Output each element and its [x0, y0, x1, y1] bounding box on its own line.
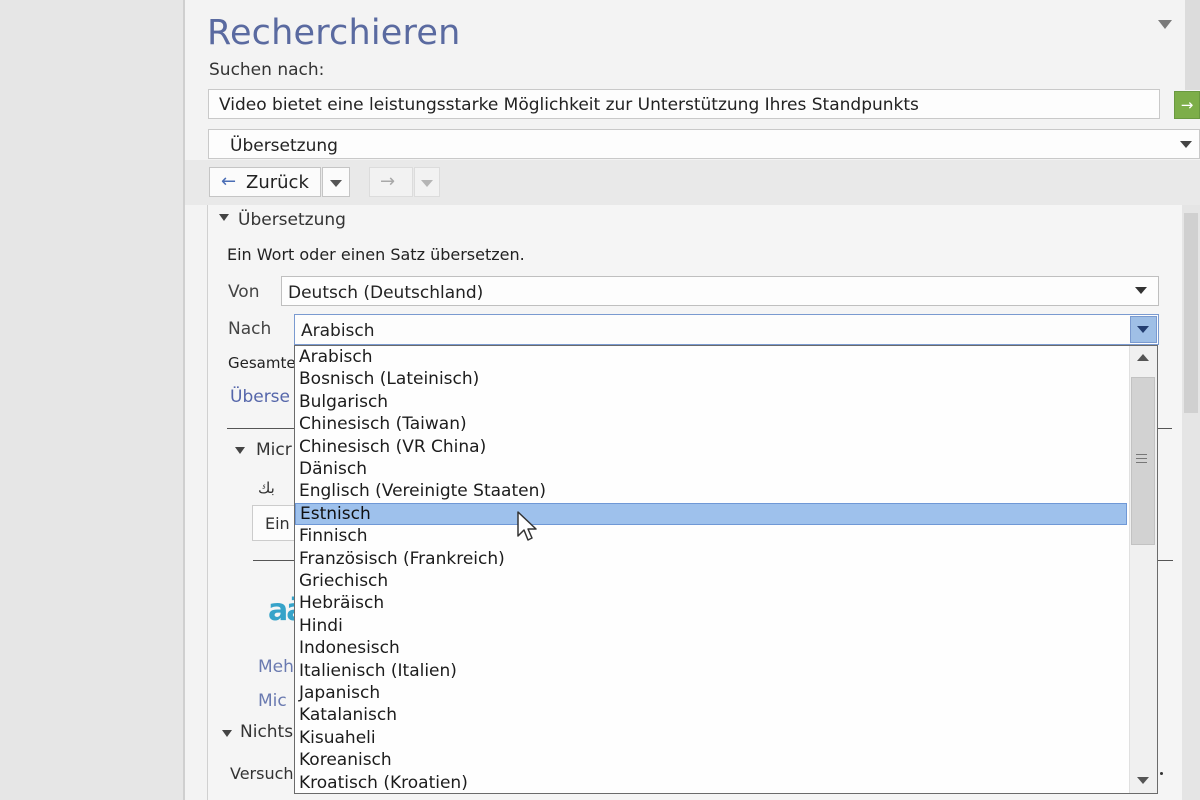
collapse-triangle-icon[interactable] [235, 447, 245, 454]
mouse-cursor-icon [517, 511, 537, 541]
language-option[interactable]: Griechisch [295, 570, 1127, 592]
language-option[interactable]: Finnisch [295, 525, 1127, 547]
try-text-partial: Versuch [230, 764, 294, 783]
source-select[interactable] [208, 129, 1200, 159]
arabic-result-partial: بك [258, 479, 275, 497]
language-option[interactable]: Estnisch [295, 502, 1127, 525]
language-option[interactable]: Chinesisch (VR China) [295, 436, 1127, 458]
pane-title: Recherchieren [207, 13, 461, 53]
nothing-found-header-partial[interactable]: Nichts [240, 722, 293, 742]
language-option[interactable]: Katalanisch [295, 704, 1127, 726]
search-label: Suchen nach: [209, 60, 325, 80]
gesamt-text-partial: Gesamte [228, 354, 296, 372]
chevron-down-icon [330, 180, 342, 187]
document-area [0, 0, 183, 800]
collapse-triangle-icon[interactable] [219, 214, 229, 221]
start-search-button[interactable]: → [1174, 91, 1200, 119]
to-language-select[interactable] [294, 314, 1159, 345]
language-option[interactable]: Arabisch [295, 346, 1127, 368]
more-link-partial[interactable]: Meh [258, 657, 294, 677]
language-option[interactable]: Dänisch [295, 458, 1127, 480]
language-option[interactable]: Bosnisch (Lateinisch) [295, 368, 1127, 390]
microsoft-section-header-partial[interactable]: Micr [256, 440, 292, 460]
back-arrow-icon: ← [221, 171, 237, 192]
microsoft-link-partial[interactable]: Mic [258, 691, 287, 711]
chevron-down-icon [1137, 326, 1149, 333]
language-option[interactable]: Französisch (Frankreich) [295, 548, 1127, 570]
source-dropdown-arrow-icon[interactable] [1180, 141, 1192, 148]
to-language-label: Nach [228, 319, 272, 339]
pane-options-chevron-icon[interactable] [1158, 20, 1172, 29]
results-scrollbar-thumb[interactable] [1184, 213, 1198, 413]
language-option[interactable]: Koreanisch [295, 749, 1127, 771]
forward-arrow-icon: → [380, 171, 396, 192]
from-language-label: Von [228, 282, 260, 302]
language-option[interactable]: Japanisch [295, 682, 1127, 704]
chevron-down-icon [421, 180, 433, 187]
go-arrow-icon: → [1180, 96, 1194, 114]
language-option[interactable]: Italienisch (Italien) [295, 660, 1127, 682]
pane-scrollbar-top [1185, 0, 1200, 90]
language-option[interactable]: Chinesisch (Taiwan) [295, 413, 1127, 435]
language-option[interactable]: Englisch (Vereinigte Staaten) [295, 480, 1127, 502]
scroll-grip-icon-line [1136, 458, 1147, 459]
back-button-label: Zurück [246, 172, 309, 193]
from-language-value: Deutsch (Deutschland) [288, 283, 484, 303]
language-option[interactable]: Hindi [295, 615, 1127, 637]
result-text-partial: Ein [265, 514, 290, 533]
collapse-triangle-icon[interactable] [222, 730, 232, 737]
from-dropdown-arrow-icon[interactable] [1135, 287, 1147, 294]
language-option[interactable]: Kisuaheli [295, 727, 1127, 749]
language-options: Arabisch Bosnisch (Lateinisch) Bulgarisch C… [295, 346, 1129, 793]
translate-link-partial[interactable]: Überse [230, 387, 290, 407]
language-option[interactable]: Indonesisch [295, 637, 1127, 659]
language-option[interactable]: Hebräisch [295, 592, 1127, 614]
language-option[interactable]: Kroatisch (Kroatien) [295, 772, 1127, 793]
translation-section-header[interactable]: Übersetzung [238, 210, 346, 230]
to-language-value: Arabisch [301, 321, 375, 341]
scroll-up-arrow-icon[interactable] [1137, 354, 1149, 361]
scroll-dot [1160, 772, 1163, 775]
search-input-value: Video bietet eine leistungsstarke Möglic… [219, 95, 919, 115]
language-option[interactable]: Bulgarisch [295, 391, 1127, 413]
translation-description: Ein Wort oder einen Satz übersetzen. [227, 245, 525, 264]
source-select-value: Übersetzung [230, 136, 338, 156]
scroll-down-arrow-icon[interactable] [1137, 777, 1149, 784]
